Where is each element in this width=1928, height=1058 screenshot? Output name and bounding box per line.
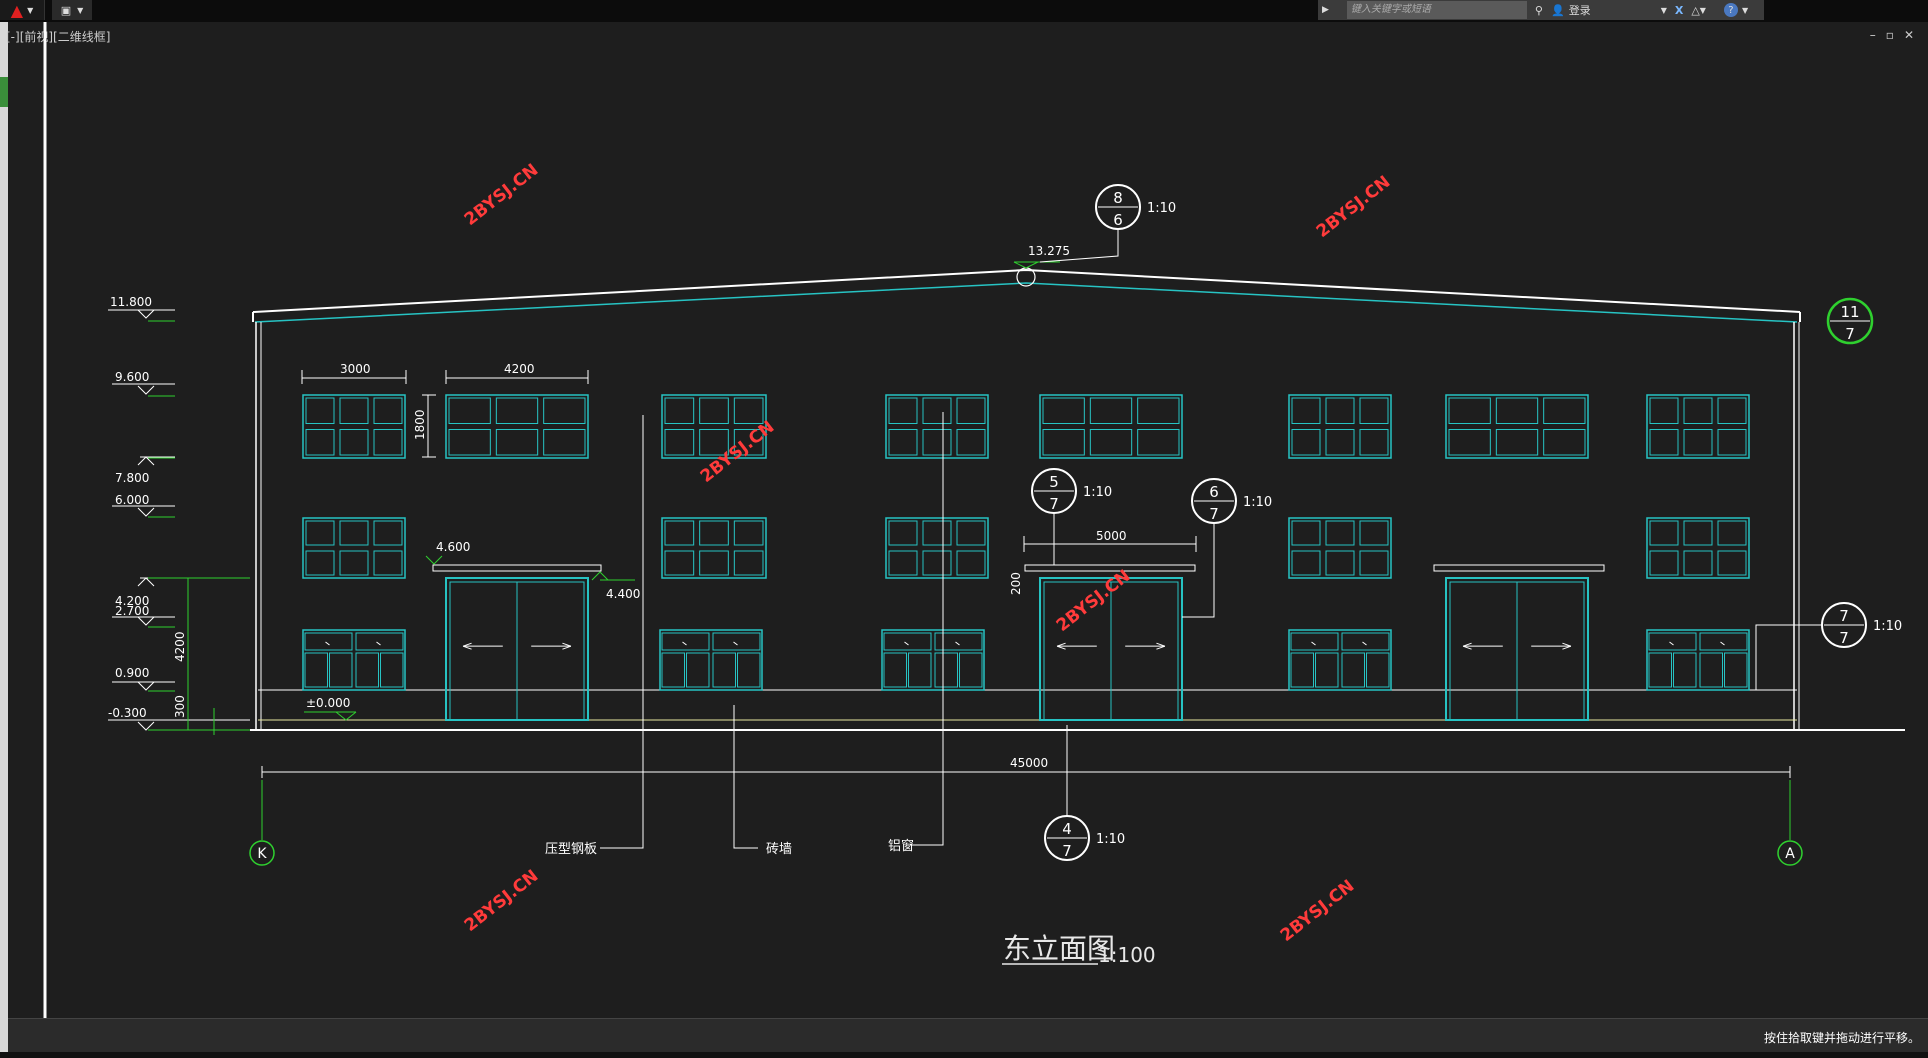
svg-text:7: 7 <box>1049 495 1059 513</box>
window <box>1288 394 1392 459</box>
window <box>1288 517 1392 579</box>
watermark: 2BYSJ.CN <box>461 866 543 936</box>
callout-4-7: 4 7 1:10 <box>1044 725 1125 861</box>
svg-text:11: 11 <box>1840 303 1859 321</box>
callout-5-7: 5 7 1:10 <box>1031 468 1112 565</box>
lower-window <box>1288 629 1392 691</box>
watermarks: 2BYSJ.CN 2BYSJ.CN 2BYSJ.CN 2BYSJ.CN 2BYS… <box>461 160 1395 946</box>
svg-text:7: 7 <box>1062 842 1072 860</box>
elev-2700: 2.700 <box>115 604 149 618</box>
svg-text:8: 8 <box>1113 189 1123 207</box>
window <box>661 517 767 579</box>
elev-minus300: -0.300 <box>108 706 147 720</box>
elev-11800: 11.800 <box>110 295 152 309</box>
elev-6000: 6.000 <box>115 493 149 507</box>
window <box>1039 394 1183 459</box>
svg-text:7: 7 <box>1839 629 1849 647</box>
label-steel-panel: 压型钢板 <box>545 842 597 857</box>
dim-4200: 4200 <box>504 362 535 376</box>
door <box>445 577 589 721</box>
lower-window <box>881 629 985 691</box>
canopy-left <box>432 564 602 572</box>
lower-window <box>659 629 763 691</box>
elev-7800: 7.800 <box>115 471 149 485</box>
dim-45000: 45000 <box>1010 756 1048 770</box>
window <box>302 394 406 459</box>
bottom-edge <box>0 1052 1928 1058</box>
dim-side-4200: 4200 <box>173 631 187 662</box>
dim-3000: 3000 <box>340 362 371 376</box>
leader-alum <box>910 412 944 846</box>
svg-text:5: 5 <box>1049 473 1059 491</box>
watermark: 2BYSJ.CN <box>1053 566 1135 636</box>
dimension-lines <box>261 370 1791 778</box>
window <box>445 394 589 459</box>
roof-outline <box>252 268 1801 313</box>
ground-elevation: ±0.000 <box>306 696 350 710</box>
door <box>1445 577 1589 721</box>
canopy-elevation-left: 4.600 <box>436 540 470 554</box>
window <box>1445 394 1589 459</box>
roof-inner-line <box>254 282 1798 323</box>
svg-text:1:10: 1:10 <box>1243 495 1272 510</box>
leader-steel <box>600 415 644 849</box>
dim-1800: 1800 <box>413 409 427 440</box>
ridge-elevation: 13.275 <box>1028 244 1070 258</box>
window <box>885 394 989 459</box>
canopy-right <box>1433 564 1605 572</box>
status-message: 按住拾取键并拖动进行平移。 <box>1763 1031 1920 1045</box>
lower-window <box>302 629 406 691</box>
dim-side-300: 300 <box>173 695 187 718</box>
elev-900: 0.900 <box>115 666 149 680</box>
elev-9600: 9.600 <box>115 370 149 384</box>
svg-text:1:10: 1:10 <box>1083 485 1112 500</box>
svg-text:1:10: 1:10 <box>1873 619 1902 634</box>
svg-text:A: A <box>1785 846 1795 862</box>
label-brick-wall: 砖墙 <box>766 842 792 857</box>
elevation-drawing: 11.800 9.600 7.800 6.000 4.200 2.700 0.9… <box>43 22 1905 1018</box>
label-aluminum-window: 铝窗 <box>888 838 914 854</box>
svg-text:K: K <box>257 846 267 862</box>
svg-text:6: 6 <box>1209 483 1219 501</box>
watermark: 2BYSJ.CN <box>461 160 543 230</box>
lower-window <box>1646 629 1750 691</box>
watermark: 2BYSJ.CN <box>1277 876 1359 946</box>
drawing-scale: 1:100 <box>1098 943 1156 967</box>
canopy-elevation-right: 4.400 <box>606 587 640 601</box>
svg-text:7: 7 <box>1845 325 1855 343</box>
callout-11-7: 11 7 <box>1826 297 1874 345</box>
callout-7-7: 7 7 1:10 <box>1755 602 1902 690</box>
svg-text:4: 4 <box>1062 820 1072 838</box>
window <box>1646 394 1750 459</box>
axis-bubble-k: K <box>249 840 275 866</box>
window <box>302 517 406 579</box>
window <box>1646 517 1750 579</box>
svg-text:1:10: 1:10 <box>1147 201 1176 216</box>
window <box>885 517 989 579</box>
leader-brick <box>733 705 758 849</box>
dim-200: 200 <box>1009 572 1023 595</box>
svg-text:1:10: 1:10 <box>1096 832 1125 847</box>
svg-text:6: 6 <box>1113 211 1123 229</box>
windows-group <box>302 394 1750 721</box>
svg-text:7: 7 <box>1839 607 1849 625</box>
watermark: 2BYSJ.CN <box>1313 172 1395 242</box>
status-bar: 按住拾取键并拖动进行平移。 <box>8 1018 1928 1053</box>
dim-5000: 5000 <box>1096 529 1127 543</box>
axis-bubble-a: A <box>1777 840 1803 866</box>
svg-text:7: 7 <box>1209 505 1219 523</box>
canopy-mid <box>1024 564 1196 572</box>
